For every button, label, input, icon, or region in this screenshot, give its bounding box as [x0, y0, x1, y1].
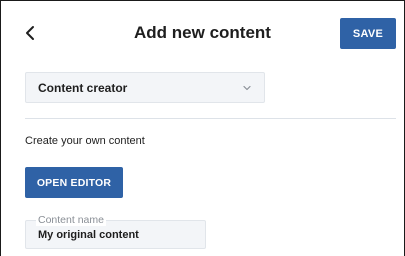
content-name-label: Content name — [36, 214, 106, 226]
description-text: Create your own content — [25, 135, 145, 147]
open-editor-button[interactable]: OPEN EDITOR — [25, 167, 123, 198]
app-frame: Add new content SAVE Content creator Cre… — [0, 0, 405, 256]
content-name-input[interactable] — [26, 229, 205, 241]
content-type-value: Content creator — [38, 80, 128, 95]
save-button[interactable]: SAVE — [340, 18, 396, 49]
chevron-down-icon — [243, 85, 251, 90]
section-divider — [25, 118, 396, 119]
content-name-field[interactable]: Content name — [25, 214, 206, 249]
content-type-select[interactable]: Content creator — [25, 72, 265, 103]
